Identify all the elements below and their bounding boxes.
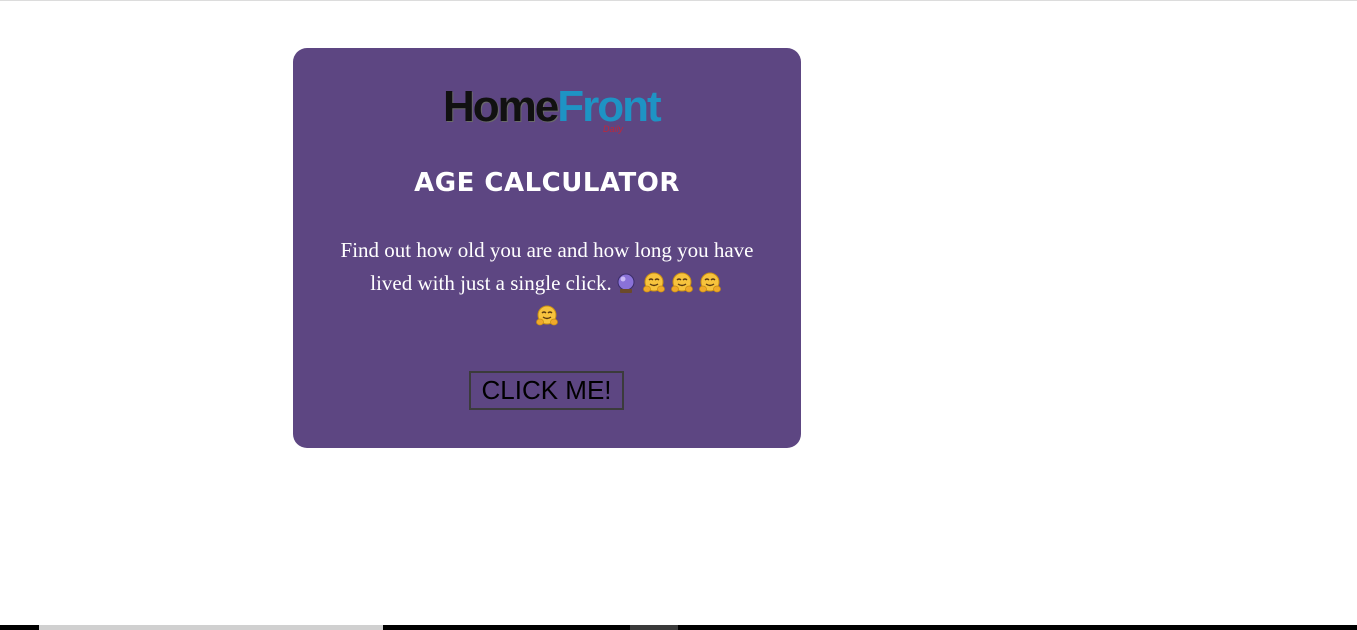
- top-divider: [0, 0, 1357, 1]
- click-me-button[interactable]: CLICK ME!: [469, 371, 624, 410]
- hugging-face-icon: [642, 272, 665, 293]
- taskbar-segment: [630, 625, 678, 630]
- logo-home-text: Home: [443, 82, 559, 131]
- hugging-face-icon: [698, 272, 721, 293]
- logo-wordmark: HomeFront: [443, 82, 662, 131]
- page: HomeFront Daily AGE CALCULATOR Find out …: [0, 0, 1357, 630]
- hugging-face-icon: [536, 305, 558, 326]
- homefront-logo: HomeFront Daily: [443, 84, 662, 142]
- description: Find out how old you are and how long yo…: [333, 234, 761, 333]
- taskbar-segment: [39, 625, 383, 630]
- page-title: AGE CALCULATOR: [414, 168, 680, 198]
- hugging-face-icon: [670, 272, 693, 293]
- crystal-ball-icon: [617, 273, 635, 293]
- age-calculator-card: HomeFront Daily AGE CALCULATOR Find out …: [293, 48, 801, 448]
- logo-tagline: Daily: [603, 124, 624, 134]
